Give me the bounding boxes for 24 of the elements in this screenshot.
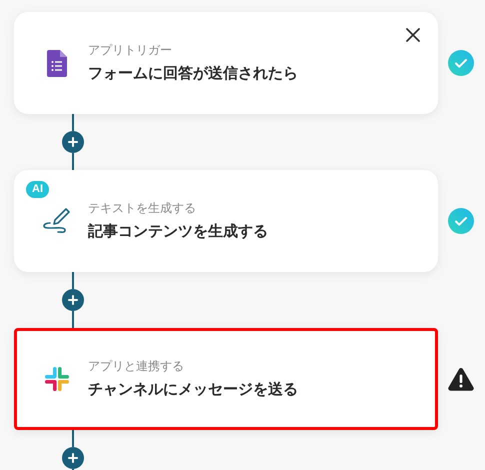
add-step-button[interactable] (62, 131, 84, 153)
close-button[interactable] (405, 27, 421, 43)
plus-icon (68, 137, 78, 147)
add-step-button[interactable] (62, 447, 84, 469)
step-card[interactable]: アプリトリガー フォームに回答が送信されたら (14, 12, 438, 114)
step-label: テキストを生成する (88, 200, 197, 217)
check-icon (448, 50, 474, 76)
hash-logo-icon (44, 366, 70, 392)
ai-badge: AI (26, 181, 49, 198)
step-title: 記事コンテンツを生成する (88, 222, 268, 242)
warning-icon (448, 367, 474, 391)
step-label: アプリトリガー (88, 42, 173, 59)
plus-icon (68, 295, 78, 305)
add-step-button[interactable] (62, 289, 84, 311)
step-title: チャンネルにメッセージを送る (88, 380, 298, 400)
form-icon (47, 50, 67, 76)
check-icon (448, 208, 474, 234)
step-card[interactable]: AI テキストを生成する 記事コンテンツを生成する (14, 170, 438, 272)
close-icon (406, 28, 420, 42)
plus-icon (68, 453, 78, 463)
step-card[interactable]: アプリと連携する チャンネルにメッセージを送る (14, 328, 438, 430)
step-title: フォームに回答が送信されたら (88, 64, 298, 84)
step-label: アプリと連携する (88, 358, 185, 375)
pen-icon (42, 206, 72, 236)
